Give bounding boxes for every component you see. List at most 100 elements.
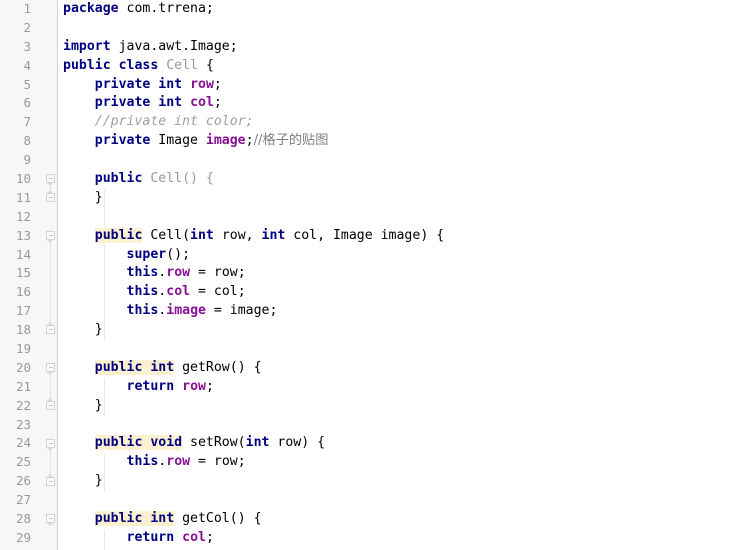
code-line[interactable]: private Image image;//格子的贴图: [58, 132, 741, 151]
code-token: return: [126, 378, 175, 394]
line-number: 16: [15, 284, 31, 300]
line-number: 12: [15, 208, 31, 224]
code-token: row: [182, 378, 206, 394]
line-number: 2: [23, 19, 31, 35]
code-line[interactable]: public void setRow(int row) {: [58, 434, 741, 453]
code-token: Cell() {: [150, 171, 214, 187]
line-number-column: 1 2 3 4 5 6 7 8 9 10 11 12 13 14 15 16 17 18 19 20 21 22 23 24 2…: [0, 0, 58, 548]
code-token: }: [63, 397, 103, 413]
code-token: public int: [94, 359, 175, 375]
code-line[interactable]: this.image = image;: [58, 302, 741, 321]
line-number: 19: [15, 341, 31, 357]
code-token: private: [94, 133, 151, 149]
line-number: 24: [15, 435, 31, 451]
code-line[interactable]: public int getCol() {: [58, 510, 741, 529]
code-token: row: [166, 265, 191, 281]
code-lines[interactable]: package com.trrena; import java.awt.Imag…: [58, 0, 741, 548]
line-number: 23: [15, 416, 31, 432]
code-token: }: [63, 189, 103, 205]
code-token: public: [94, 171, 143, 187]
code-line[interactable]: }: [58, 472, 741, 491]
code-editor[interactable]: 1 2 3 4 5 6 7 8 9 10 11 12 13 14 15 16 17 18 19 20 21 22 23 24 2…: [0, 0, 741, 550]
code-token: this: [126, 303, 159, 319]
code-token: super: [126, 246, 167, 262]
code-line[interactable]: super();: [58, 246, 741, 265]
line-number: 5: [23, 76, 31, 92]
code-token: }: [63, 322, 103, 338]
code-token: int: [245, 435, 270, 451]
line-number: 14: [15, 246, 31, 262]
code-token: row,: [213, 227, 262, 243]
code-line[interactable]: this.col = col;: [58, 283, 741, 302]
code-line[interactable]: [58, 491, 741, 510]
code-line[interactable]: package com.trrena;: [58, 0, 741, 19]
code-token: com.trrena;: [118, 1, 214, 16]
code-line[interactable]: public int getRow() {: [58, 359, 741, 378]
line-number: 20: [15, 359, 31, 375]
line-number: 6: [23, 95, 31, 111]
code-line[interactable]: this.row = row;: [58, 264, 741, 283]
code-token: setRow(: [182, 435, 246, 451]
code-token: = image;: [205, 303, 278, 319]
code-line[interactable]: public Cell(int row, int col, Image imag…: [58, 227, 741, 246]
code-line[interactable]: return col;: [58, 529, 741, 548]
code-token: private int: [94, 76, 183, 92]
code-line[interactable]: [58, 208, 741, 227]
code-token: public int: [94, 511, 175, 527]
code-line[interactable]: import java.awt.Image;: [58, 38, 741, 57]
line-number: 21: [15, 378, 31, 394]
code-token: Cell(: [142, 227, 191, 243]
code-content-area[interactable]: package com.trrena; import java.awt.Imag…: [58, 0, 741, 550]
code-line[interactable]: }: [58, 189, 741, 208]
code-line[interactable]: //private int color;: [58, 113, 741, 132]
code-line[interactable]: }: [58, 321, 741, 340]
code-token: return: [126, 529, 175, 545]
code-token: ();: [166, 246, 191, 262]
code-token: this: [126, 284, 159, 300]
line-number: 27: [15, 492, 31, 508]
code-token: //private int color;: [94, 114, 254, 130]
line-number: 26: [15, 473, 31, 489]
code-token: = row;: [190, 454, 246, 470]
code-token: this: [126, 265, 159, 281]
code-line[interactable]: public class Cell {: [58, 57, 741, 76]
code-line[interactable]: [58, 151, 741, 170]
code-token: = col;: [190, 284, 246, 300]
code-line[interactable]: private int col;: [58, 94, 741, 113]
code-token: image: [166, 303, 206, 319]
code-line[interactable]: public Cell() {: [58, 170, 741, 189]
code-line[interactable]: private int row;: [58, 76, 741, 95]
code-line[interactable]: [58, 416, 741, 435]
code-token: row: [190, 76, 214, 92]
line-number: 13: [15, 227, 31, 243]
editor-gutter[interactable]: 1 2 3 4 5 6 7 8 9 10 11 12 13 14 15 16 17 18 19 20 21 22 23 24 2…: [0, 0, 58, 550]
code-token: Cell: [166, 57, 198, 73]
code-token: col: [190, 95, 214, 111]
code-token: import: [63, 38, 111, 54]
line-number: 29: [15, 529, 31, 545]
code-token: row: [166, 454, 191, 470]
code-token: col, Image image) {: [285, 227, 445, 243]
code-line[interactable]: this.row = row;: [58, 453, 741, 472]
code-token: this: [126, 454, 159, 470]
code-token: }: [63, 473, 103, 489]
code-token: image: [205, 133, 246, 149]
code-line[interactable]: [58, 340, 741, 359]
line-number: 8: [23, 133, 31, 149]
code-line[interactable]: }: [58, 397, 741, 416]
code-line[interactable]: return row;: [58, 378, 741, 397]
code-token: private int: [94, 95, 183, 111]
code-line[interactable]: [58, 19, 741, 38]
code-token: ;: [205, 378, 214, 394]
